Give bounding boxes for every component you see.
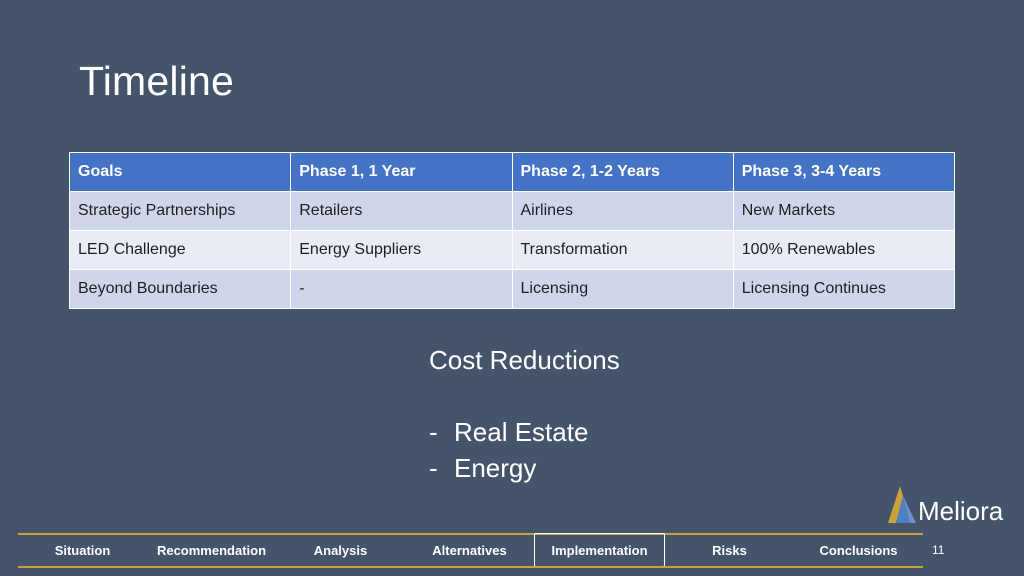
header-goals: Goals (68, 152, 292, 192)
bullet-dash: - (429, 417, 438, 447)
cost-reductions-heading: Cost Reductions (429, 345, 620, 375)
table-cell: Strategic Partnerships (68, 191, 292, 231)
table-cell: - (290, 269, 513, 309)
bullet-dash: - (429, 453, 438, 483)
header-phase-2: Phase 2, 1-2 Years (511, 152, 734, 192)
nav-bottom-divider (18, 566, 923, 568)
nav-item-recommendation[interactable]: Recommendation (147, 533, 276, 567)
nav-item-alternatives[interactable]: Alternatives (405, 533, 534, 567)
list-item-text: Energy (454, 453, 537, 483)
nav-item-risks[interactable]: Risks (665, 533, 794, 567)
nav-item-situation[interactable]: Situation (18, 533, 147, 567)
header-phase-1: Phase 1, 1 Year (290, 152, 513, 192)
table-cell: Beyond Boundaries (68, 269, 292, 309)
header-phase-3: Phase 3, 3-4 Years (732, 152, 956, 192)
table-cell: 100% Renewables (732, 230, 956, 270)
nav-item-implementation[interactable]: Implementation (534, 533, 665, 567)
table-row: Strategic Partnerships Retailers Airline… (68, 191, 956, 231)
slide-title: Timeline (79, 58, 235, 104)
page-number: 11 (932, 543, 945, 557)
cost-reductions-block: Cost Reductions - Real Estate - Energy (429, 342, 620, 486)
nav-item-conclusions[interactable]: Conclusions (794, 533, 923, 567)
table-cell: Transformation (511, 230, 734, 270)
list-item: - Real Estate (429, 414, 620, 450)
table-row: LED Challenge Energy Suppliers Transform… (68, 230, 956, 270)
table-cell: Licensing Continues (732, 269, 956, 309)
section-nav: Situation Recommendation Analysis Altern… (18, 533, 923, 567)
timeline-table: Goals Phase 1, 1 Year Phase 2, 1-2 Years… (68, 152, 956, 309)
table-header-row: Goals Phase 1, 1 Year Phase 2, 1-2 Years… (68, 152, 956, 192)
table-cell: Licensing (511, 269, 734, 309)
logo-text: Meliora (918, 496, 1004, 526)
list-item-text: Real Estate (454, 417, 589, 447)
table-cell: Airlines (511, 191, 734, 231)
table-cell: Retailers (290, 191, 513, 231)
table-cell: LED Challenge (68, 230, 292, 270)
nav-item-analysis[interactable]: Analysis (276, 533, 405, 567)
meliora-logo: Meliora (886, 486, 1016, 526)
table-cell: Energy Suppliers (290, 230, 513, 270)
table-row: Beyond Boundaries - Licensing Licensing … (68, 269, 956, 309)
table-cell: New Markets (732, 191, 956, 231)
meliora-logo-icon (888, 486, 916, 523)
list-item: - Energy (429, 450, 620, 486)
